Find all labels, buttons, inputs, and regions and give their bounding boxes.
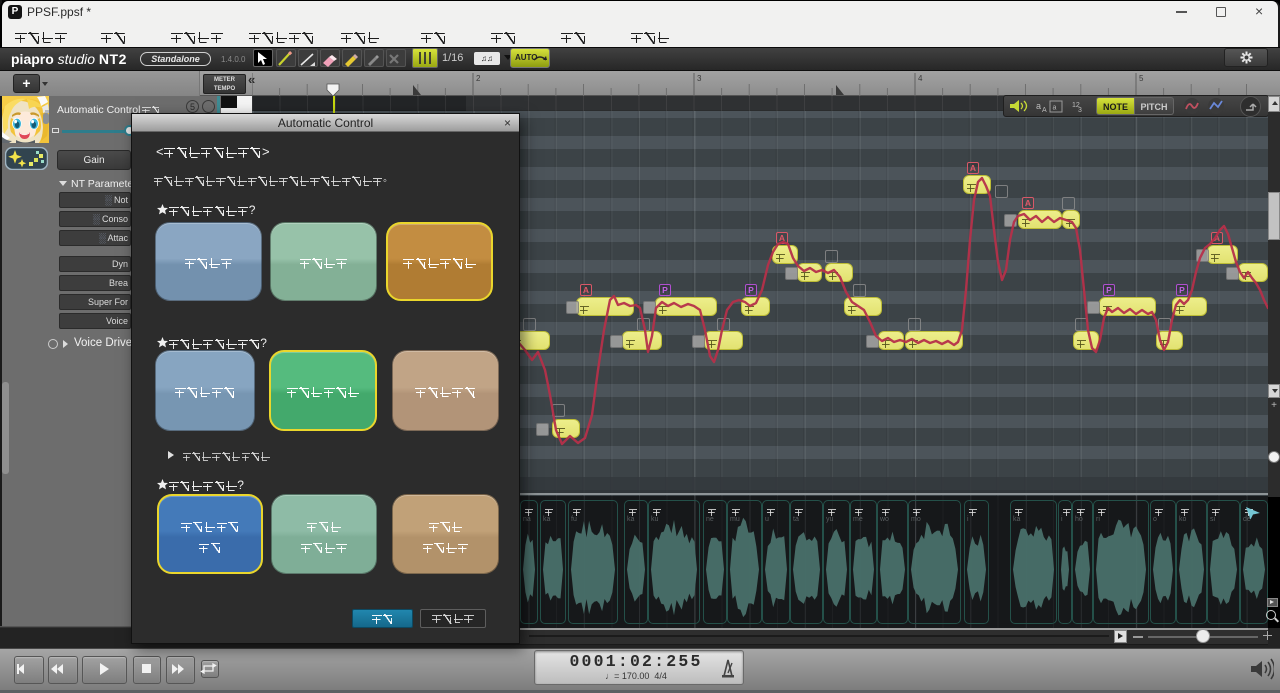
svg-text:5: 5 — [1139, 74, 1144, 83]
svg-text:3: 3 — [697, 74, 702, 83]
svg-text:4: 4 — [918, 74, 923, 83]
svg-text:2: 2 — [476, 74, 481, 83]
svg-text:a: a — [1053, 105, 1057, 112]
svg-text:a: a — [1036, 101, 1041, 111]
svg-text:3: 3 — [1078, 107, 1082, 114]
svg-text:A: A — [1042, 107, 1047, 114]
